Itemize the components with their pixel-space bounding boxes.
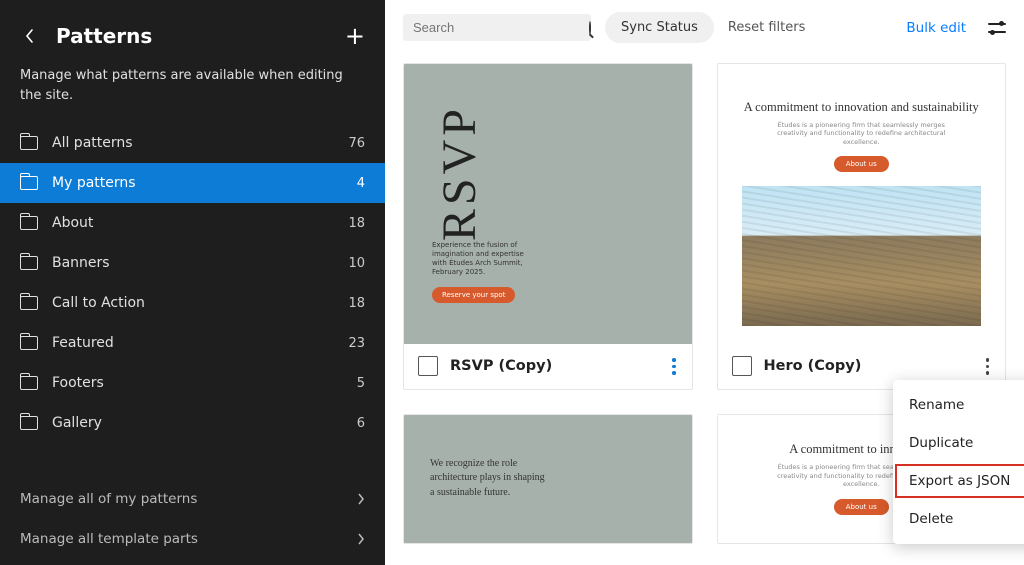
menu-item-delete[interactable]: Delete — [893, 500, 1024, 538]
search-input[interactable] — [413, 20, 589, 35]
pattern-card-hero[interactable]: A commitment to innovation and sustainab… — [717, 63, 1007, 390]
card-actions-menu: Rename Duplicate Export as JSON Delete — [893, 380, 1024, 544]
sidebar-item-count: 4 — [357, 176, 365, 191]
pattern-card-text[interactable]: We recognize the role architecture plays… — [403, 414, 693, 544]
preview-button: About us — [834, 156, 889, 172]
sidebar-item-label: Footers — [52, 375, 357, 391]
search-field[interactable] — [403, 14, 591, 41]
chevron-right-icon — [357, 533, 365, 545]
sidebar-item-count: 18 — [348, 296, 365, 311]
chevron-left-icon — [24, 28, 36, 44]
sidebar-item-label: About — [52, 215, 348, 231]
footer-link-label: Manage all template parts — [20, 531, 198, 547]
menu-item-rename[interactable]: Rename — [893, 386, 1024, 424]
pattern-card-rsvp[interactable]: RSVP Experience the fusion of imaginatio… — [403, 63, 693, 390]
sidebar-item-my-patterns[interactable]: My patterns 4 — [0, 163, 385, 203]
main-content: Sync Status Reset filters Bulk edit RSVP… — [385, 0, 1024, 565]
preview-paragraph: We recognize the role architecture plays… — [430, 457, 550, 501]
sidebar-item-gallery[interactable]: Gallery 6 — [0, 403, 385, 443]
preview-heading: A commitment to innovation and sustainab… — [744, 100, 979, 115]
sidebar-description: Manage what patterns are available when … — [0, 58, 385, 123]
menu-item-export-json[interactable]: Export as JSON — [893, 462, 1024, 500]
folder-icon — [20, 296, 38, 310]
menu-item-duplicate[interactable]: Duplicate — [893, 424, 1024, 462]
sidebar-item-count: 10 — [348, 256, 365, 271]
preview-button: Reserve your spot — [432, 287, 515, 303]
sidebar-item-featured[interactable]: Featured 23 — [0, 323, 385, 363]
select-checkbox[interactable] — [732, 356, 752, 376]
folder-icon — [20, 136, 38, 150]
sidebar-item-count: 23 — [348, 336, 365, 351]
sidebar-item-about[interactable]: About 18 — [0, 203, 385, 243]
manage-template-parts-link[interactable]: Manage all template parts — [0, 519, 385, 559]
preview-button: About us — [834, 499, 889, 515]
back-button[interactable] — [18, 28, 42, 44]
folder-icon — [20, 256, 38, 270]
page-title: Patterns — [56, 24, 345, 48]
sidebar-item-all-patterns[interactable]: All patterns 76 — [0, 123, 385, 163]
sidebar-item-label: My patterns — [52, 175, 357, 191]
folder-icon — [20, 336, 38, 350]
sidebar-item-count: 76 — [348, 136, 365, 151]
search-icon — [589, 21, 591, 35]
sidebar-item-label: All patterns — [52, 135, 348, 151]
sidebar-item-label: Featured — [52, 335, 348, 351]
chevron-right-icon — [357, 493, 365, 505]
folder-icon — [20, 176, 38, 190]
preview-subtext: Experience the fusion of imagination and… — [432, 241, 525, 277]
preview-subtext: Études is a pioneering firm that seamles… — [771, 121, 951, 146]
sidebar-item-label: Call to Action — [52, 295, 348, 311]
sidebar-item-call-to-action[interactable]: Call to Action 18 — [0, 283, 385, 323]
toolbar: Sync Status Reset filters Bulk edit — [403, 12, 1006, 43]
folder-icon — [20, 376, 38, 390]
sidebar-footer: Manage all of my patterns Manage all tem… — [0, 475, 385, 565]
sidebar-item-banners[interactable]: Banners 10 — [0, 243, 385, 283]
card-title: RSVP (Copy) — [450, 358, 658, 374]
manage-my-patterns-link[interactable]: Manage all of my patterns — [0, 479, 385, 519]
settings-icon[interactable] — [988, 21, 1006, 35]
sidebar-item-label: Banners — [52, 255, 348, 271]
reset-filters-button[interactable]: Reset filters — [728, 20, 805, 35]
sidebar-item-footers[interactable]: Footers 5 — [0, 363, 385, 403]
category-list: All patterns 76 My patterns 4 About 18 B… — [0, 123, 385, 443]
pattern-preview: A commitment to innovation and sustainab… — [718, 64, 1006, 344]
card-actions-button[interactable] — [984, 356, 992, 377]
pattern-preview: RSVP Experience the fusion of imaginatio… — [404, 64, 692, 344]
sidebar-item-count: 6 — [357, 416, 365, 431]
preview-image — [742, 186, 982, 326]
sidebar-item-label: Gallery — [52, 415, 357, 431]
footer-link-label: Manage all of my patterns — [20, 491, 197, 507]
folder-icon — [20, 216, 38, 230]
select-checkbox[interactable] — [418, 356, 438, 376]
card-actions-button[interactable] — [670, 356, 678, 377]
sync-status-filter[interactable]: Sync Status — [605, 12, 714, 43]
preview-heading: RSVP — [432, 105, 487, 241]
pattern-preview: We recognize the role architecture plays… — [404, 415, 692, 543]
folder-icon — [20, 416, 38, 430]
add-pattern-button[interactable]: + — [345, 22, 365, 50]
card-title: Hero (Copy) — [764, 358, 972, 374]
sidebar-item-count: 5 — [357, 376, 365, 391]
bulk-edit-button[interactable]: Bulk edit — [906, 20, 966, 36]
sidebar-item-count: 18 — [348, 216, 365, 231]
sidebar-header: Patterns + — [0, 8, 385, 58]
card-footer: RSVP (Copy) — [404, 344, 692, 389]
sidebar: Patterns + Manage what patterns are avai… — [0, 0, 385, 565]
